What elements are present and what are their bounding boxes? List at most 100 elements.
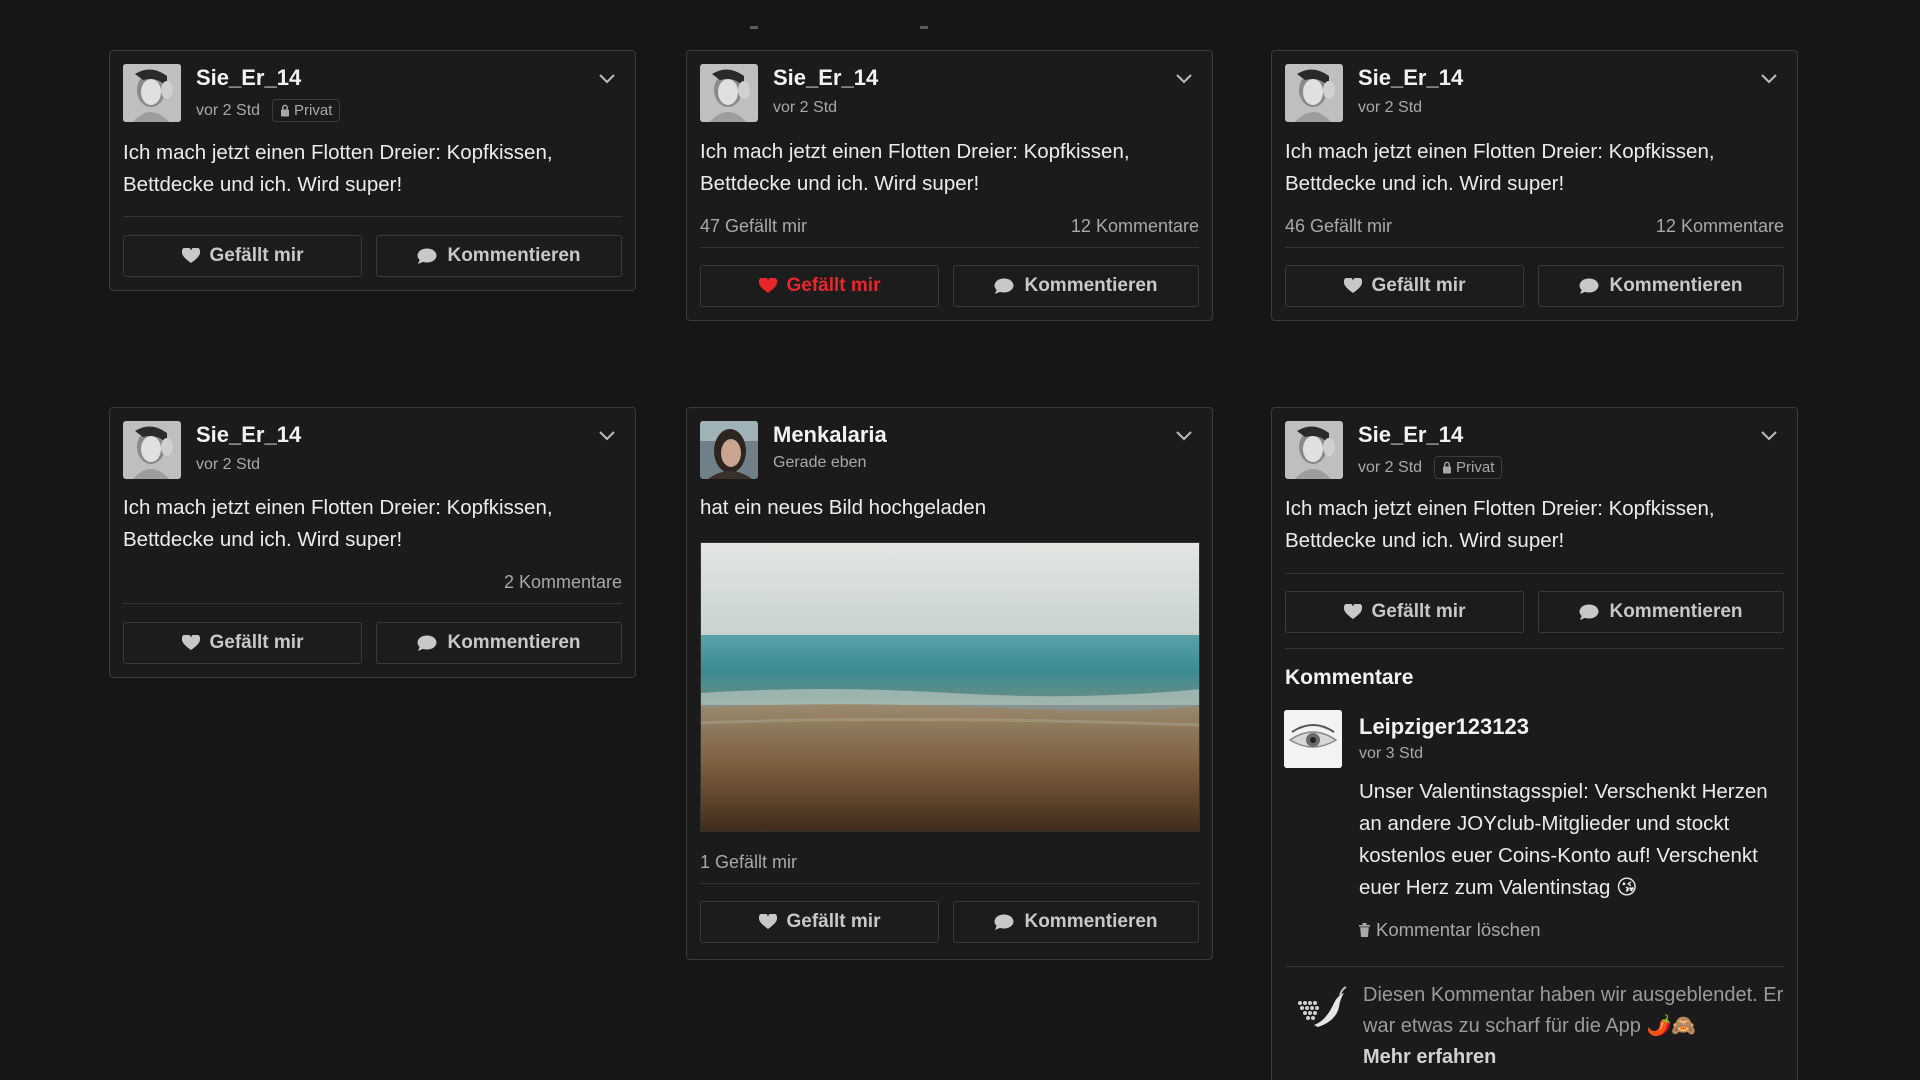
like-label: Gefällt mir xyxy=(209,245,304,266)
hidden-comment-notice: Diesen Kommentar haben wir ausgeblendet.… xyxy=(1363,980,1793,1073)
like-label: Gefällt mir xyxy=(209,632,304,653)
comment-button[interactable]: Kommentieren xyxy=(376,622,622,664)
heart-icon xyxy=(758,278,777,293)
like-label: Gefällt mir xyxy=(786,911,881,932)
uploaded-photo[interactable] xyxy=(700,542,1200,832)
heart-icon xyxy=(1343,604,1362,619)
divider xyxy=(123,603,622,604)
lock-icon xyxy=(1443,461,1452,474)
heart-icon xyxy=(758,914,777,929)
divider xyxy=(123,216,622,217)
delete-comment-label: Kommentar löschen xyxy=(1376,919,1541,940)
pepper-heart-icon xyxy=(1298,986,1347,1027)
comment-button[interactable]: Kommentieren xyxy=(953,901,1199,943)
username[interactable]: Menkalaria xyxy=(773,422,887,448)
post-meta: Gerade eben xyxy=(773,454,866,472)
heart-icon xyxy=(181,248,200,263)
like-button[interactable]: Gefällt mir xyxy=(700,901,939,943)
like-button[interactable]: Gefällt mir xyxy=(700,265,939,307)
post-meta: vor 2 Std xyxy=(1358,99,1422,117)
chevron-down-icon[interactable] xyxy=(1759,71,1779,85)
comment-label: Kommentieren xyxy=(1024,911,1158,932)
user-avatar[interactable] xyxy=(1285,421,1343,479)
like-label: Gefällt mir xyxy=(1371,275,1466,296)
post-card: Sie_Er_14 vor 2 Std Ich mach jetzt einen… xyxy=(109,407,636,678)
post-time: Gerade eben xyxy=(773,454,867,471)
speech-bubble-icon xyxy=(994,278,1014,294)
comment-button[interactable]: Kommentieren xyxy=(953,265,1199,307)
user-avatar[interactable] xyxy=(700,421,758,479)
user-avatar[interactable] xyxy=(123,64,181,122)
post-meta: vor 2 Std Privat xyxy=(1358,456,1503,479)
comment-text: Unser Valentinstagsspiel: Verschenkt Her… xyxy=(1359,780,1768,899)
post-text: Ich mach jetzt einen Flotten Dreier: Kop… xyxy=(1285,497,1715,552)
post-text: Ich mach jetzt einen Flotten Dreier: Kop… xyxy=(123,496,553,551)
user-avatar[interactable] xyxy=(1285,64,1343,122)
divider xyxy=(700,883,1199,884)
speech-bubble-icon xyxy=(417,635,437,651)
divider xyxy=(1285,966,1784,967)
chevron-down-icon[interactable] xyxy=(1174,71,1194,85)
post-stats: 47 Gefällt mir 12 Kommentare xyxy=(700,216,1199,237)
likes-count[interactable]: 1 Gefällt mir xyxy=(700,852,797,873)
likes-count[interactable]: 47 Gefällt mir xyxy=(700,216,807,237)
comment-button[interactable]: Kommentieren xyxy=(1538,591,1784,633)
chevron-down-icon[interactable] xyxy=(597,428,617,442)
user-avatar[interactable] xyxy=(700,64,758,122)
username[interactable]: Sie_Er_14 xyxy=(196,422,301,448)
comments-count[interactable]: 2 Kommentare xyxy=(504,572,622,593)
post-text: Ich mach jetzt einen Flotten Dreier: Kop… xyxy=(1285,140,1715,195)
like-button[interactable]: Gefällt mir xyxy=(1285,591,1524,633)
post-card: Menkalaria Gerade eben hat ein neues Bil… xyxy=(686,407,1213,960)
username[interactable]: Sie_Er_14 xyxy=(773,65,878,91)
post-stats: 46 Gefällt mir 12 Kommentare xyxy=(1285,216,1784,237)
divider xyxy=(1285,573,1784,574)
comments-heading: Kommentare xyxy=(1285,666,1414,689)
post-card: Sie_Er_14 vor 2 Std Ich mach jetzt einen… xyxy=(1271,50,1798,321)
scroll-artifact xyxy=(920,26,928,29)
comment-time: vor 3 Std xyxy=(1359,745,1424,762)
hidden-comment-text: Diesen Kommentar haben wir ausgeblendet.… xyxy=(1363,984,1784,1037)
commenter-username[interactable]: Leipziger123123 xyxy=(1359,714,1529,740)
like-button[interactable]: Gefällt mir xyxy=(123,235,362,277)
divider xyxy=(1285,247,1784,248)
heart-icon xyxy=(181,635,200,650)
speech-bubble-icon xyxy=(417,248,437,264)
speech-bubble-icon xyxy=(994,914,1014,930)
comments-count[interactable]: 12 Kommentare xyxy=(1656,216,1784,237)
privacy-label: Privat xyxy=(294,102,333,119)
heart-icon xyxy=(1343,278,1362,293)
username[interactable]: Sie_Er_14 xyxy=(196,65,301,91)
privacy-badge: Privat xyxy=(1434,456,1503,479)
user-avatar[interactable] xyxy=(123,421,181,479)
likes-count[interactable]: 46 Gefällt mir xyxy=(1285,216,1392,237)
comments-count[interactable]: 12 Kommentare xyxy=(1071,216,1199,237)
speech-bubble-icon xyxy=(1579,278,1599,294)
post-meta: vor 2 Std xyxy=(196,456,260,474)
post-text: Ich mach jetzt einen Flotten Dreier: Kop… xyxy=(123,141,553,196)
post-meta: vor 2 Std xyxy=(773,99,837,117)
username[interactable]: Sie_Er_14 xyxy=(1358,65,1463,91)
learn-more-link[interactable]: Mehr erfahren xyxy=(1363,1042,1793,1073)
like-button[interactable]: Gefällt mir xyxy=(123,622,362,664)
post-card: Sie_Er_14 vor 2 Std Privat Ich mach jetz… xyxy=(1271,407,1798,1080)
divider xyxy=(1285,648,1784,649)
post-time: vor 2 Std xyxy=(196,101,261,119)
comment-label: Kommentieren xyxy=(1609,275,1743,296)
post-text: hat ein neues Bild hochgeladen xyxy=(700,496,987,519)
chevron-down-icon[interactable] xyxy=(1759,428,1779,442)
chevron-down-icon[interactable] xyxy=(597,71,617,85)
delete-comment-link[interactable]: Kommentar löschen xyxy=(1359,919,1541,941)
commenter-avatar[interactable] xyxy=(1284,710,1342,768)
privacy-badge: Privat xyxy=(272,99,341,122)
post-stats: 1 Gefällt mir xyxy=(700,852,1199,873)
post-time: vor 2 Std xyxy=(196,456,261,473)
username[interactable]: Sie_Er_14 xyxy=(1358,422,1463,448)
lock-icon xyxy=(281,104,290,117)
like-button[interactable]: Gefällt mir xyxy=(1285,265,1524,307)
comment-button[interactable]: Kommentieren xyxy=(376,235,622,277)
post-card: Sie_Er_14 vor 2 Std Privat Ich mach jetz… xyxy=(109,50,636,291)
chevron-down-icon[interactable] xyxy=(1174,428,1194,442)
comment-button[interactable]: Kommentieren xyxy=(1538,265,1784,307)
post-text: Ich mach jetzt einen Flotten Dreier: Kop… xyxy=(700,140,1130,195)
